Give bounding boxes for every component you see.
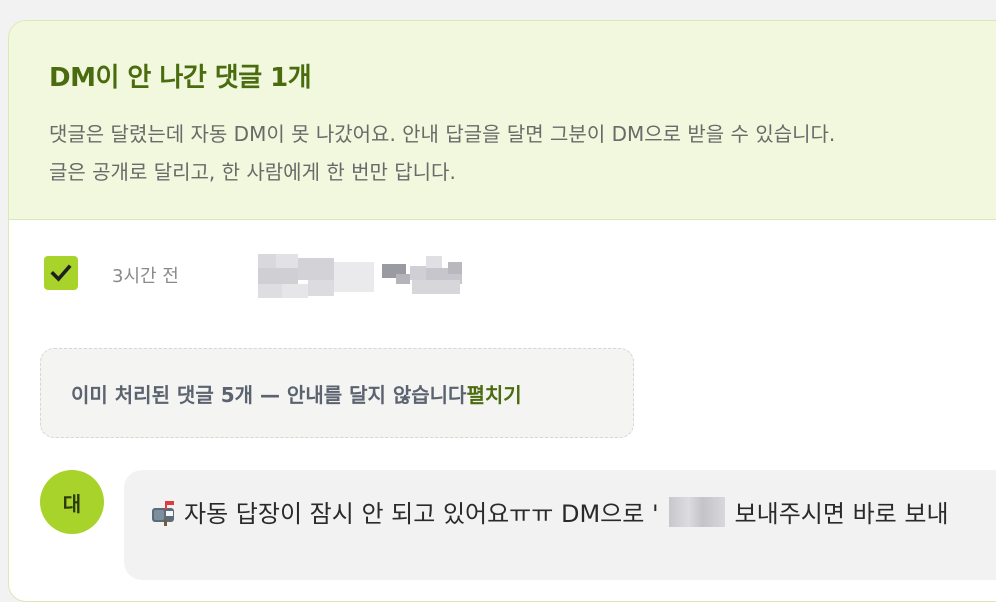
comment-row: 3시간 전 — [44, 254, 544, 298]
processed-comments-notice: 이미 처리된 댓글 5개 — 안내를 달지 않습니다펼치기 — [40, 348, 634, 438]
panel-description-line1: 댓글은 달렸는데 자동 DM이 못 나갔어요. 안내 답글을 달면 그분이 DM… — [49, 122, 836, 146]
panel-title: DM이 안 나간 댓글 1개 — [49, 63, 312, 93]
panel-description-line2: 글은 공개로 달리고, 한 사람에게 한 번만 답니다. — [49, 160, 456, 184]
expand-button[interactable]: 펼치기 — [466, 383, 521, 407]
panel-description: 댓글은 달렸는데 자동 DM이 못 나갔어요. 안내 답글을 달면 그분이 DM… — [49, 115, 835, 191]
reply-preview-text: 자동 답장이 잠시 안 되고 있어요ㅠㅠ DM으로 ' 보내주시면 바로 보내 — [150, 494, 949, 529]
avatar: 대 — [40, 470, 104, 534]
panel-header: DM이 안 나간 댓글 1개 댓글은 달렸는데 자동 DM이 못 나갔어요. 안… — [9, 21, 996, 220]
redacted-username — [258, 254, 462, 298]
comment-select-checkbox[interactable] — [44, 256, 78, 290]
checkmark-icon — [50, 264, 72, 282]
reply-preview-bubble: 자동 답장이 잠시 안 되고 있어요ㅠㅠ DM으로 ' 보내주시면 바로 보내 — [124, 470, 996, 580]
comment-timestamp: 3시간 전 — [112, 266, 179, 287]
redacted-keyword — [668, 496, 725, 527]
reply-text-after: 보내주시면 바로 보내 — [734, 500, 949, 528]
mailbox-icon — [152, 500, 174, 526]
reply-text-before: 자동 답장이 잠시 안 되고 있어요ㅠㅠ DM으로 ' — [184, 500, 659, 528]
processed-notice-text: 이미 처리된 댓글 5개 — 안내를 달지 않습니다펼치기 — [71, 379, 522, 408]
processed-notice-label: 이미 처리된 댓글 5개 — 안내를 달지 않습니다 — [71, 383, 467, 407]
